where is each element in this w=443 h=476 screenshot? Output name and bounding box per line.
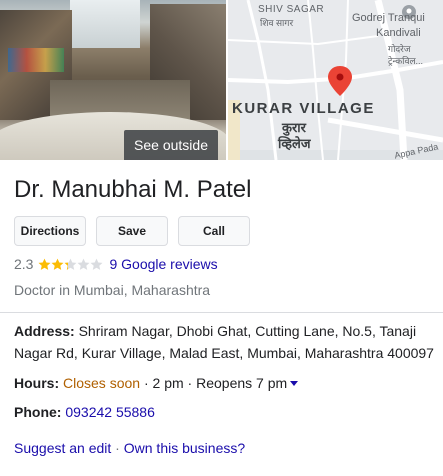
address-row: Address: Shriram Nagar, Dhobi Ghat, Cutt…: [14, 320, 439, 364]
hours-row[interactable]: Hours: Closes soon · 2 pm · Reopens 7 pm: [14, 372, 299, 394]
hours-separator-2: ·: [183, 375, 197, 391]
map-label-kandivali: Kandivali: [376, 27, 421, 39]
star-icon: [64, 258, 77, 271]
address-value: Shriram Nagar, Dhobi Ghat, Cutting Lane,…: [14, 323, 434, 361]
phone-label: Phone:: [14, 404, 62, 420]
action-buttons: Directions Save Call: [14, 216, 250, 246]
map-label-tren: ट्रेन्कविल...: [388, 56, 424, 66]
suggest-edit-link[interactable]: Suggest an edit: [14, 440, 111, 456]
rating-row: 2.3 9 Google reviews: [14, 256, 218, 272]
hours-close-time: 2 pm: [152, 375, 184, 391]
phone-link[interactable]: 093242 55886: [65, 404, 155, 420]
business-category: Doctor in Mumbai, Maharashtra: [14, 282, 211, 298]
hours-separator: ·: [140, 375, 153, 391]
own-business-link[interactable]: Own this business?: [124, 440, 245, 456]
street-view-photo[interactable]: See outside: [0, 0, 226, 160]
map-label-shiv-sagar-hi: शिव सागर: [260, 18, 294, 28]
star-icon: [38, 258, 51, 271]
hours-reopens: Reopens 7 pm: [196, 375, 288, 391]
divider: [0, 312, 443, 313]
hours-label: Hours:: [14, 375, 60, 391]
reviews-link[interactable]: 9 Google reviews: [109, 256, 217, 272]
map-label-shiv-sagar: SHIV SAGAR: [258, 4, 325, 15]
map-label-kurar-village: KURAR VILLAGE: [232, 100, 375, 117]
hours-status: Closes soon: [63, 375, 141, 391]
directions-button[interactable]: Directions: [14, 216, 86, 246]
address-label: Address:: [14, 323, 75, 339]
save-button[interactable]: Save: [96, 216, 168, 246]
star-icon: [77, 258, 90, 271]
map-thumbnail[interactable]: SHIV SAGAR शिव सागर Godrej Tranqui Kandi…: [228, 0, 443, 160]
map-label-village-hi: व्हिलेज: [278, 136, 311, 151]
business-name: Dr. Manubhai M. Patel: [14, 176, 252, 203]
star-icon: [51, 258, 64, 271]
map-label-godrej: Godrej Tranqui: [352, 12, 425, 24]
rating-stars: [38, 258, 103, 271]
footer-links: Suggest an edit · Own this business?: [14, 440, 245, 456]
rating-value: 2.3: [14, 256, 34, 272]
hours-expand-icon[interactable]: [290, 381, 299, 386]
see-outside-button[interactable]: See outside: [124, 130, 218, 160]
star-icon: [90, 258, 103, 271]
hero-images: See outside SHIV SAGAR शिव सागर Godrej T…: [0, 0, 443, 160]
call-button[interactable]: Call: [178, 216, 250, 246]
footer-separator: ·: [111, 440, 124, 456]
phone-row: Phone: 093242 55886: [14, 401, 155, 423]
